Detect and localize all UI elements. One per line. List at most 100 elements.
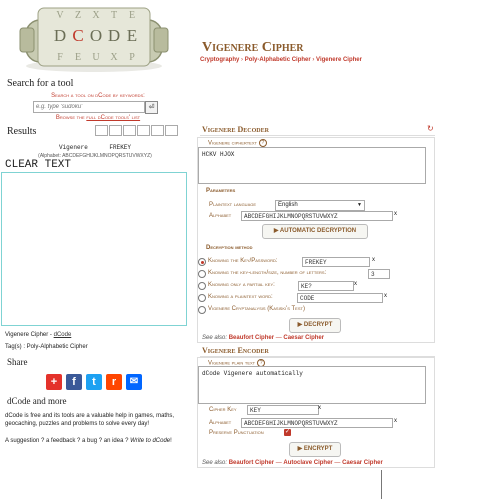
- reddit-icon[interactable]: r: [106, 374, 122, 390]
- svg-text:D: D: [108, 26, 120, 45]
- see-also-beaufort[interactable]: Beaufort Cipher: [229, 460, 274, 466]
- search-icon: ⏎: [148, 104, 155, 111]
- encoder-see-also: See also: Beaufort Cipher — Autoclave Ci…: [202, 460, 383, 466]
- search-input[interactable]: [33, 101, 145, 113]
- cipher-key-label: Cipher Key: [209, 407, 237, 413]
- ciphertext-label-text: Vigenere ciphertext: [208, 140, 257, 147]
- svg-text:X: X: [110, 52, 118, 63]
- method-kasiski-radio[interactable]: [198, 306, 206, 314]
- email-icon[interactable]: ✉: [126, 374, 142, 390]
- svg-text:C: C: [72, 26, 83, 45]
- cipher-key-input[interactable]: [247, 405, 319, 415]
- method-word-clear[interactable]: x: [384, 293, 387, 299]
- svg-text:T: T: [111, 10, 117, 21]
- tag-poly-alphabetic[interactable]: Poly-Alphabetic Cipher: [27, 344, 88, 350]
- see-also-autoclave[interactable]: Autoclave Cipher: [283, 460, 332, 466]
- ciphertext-input[interactable]: HCKV HJOX: [198, 147, 426, 184]
- breadcrumb: Cryptography › Poly-Alphabetic Cipher › …: [200, 57, 362, 63]
- method-partial-label: Knowing only a partial key:: [208, 282, 275, 288]
- method-kasiski-label: Vigenere Cryptanalysis (Kasiski's Test): [208, 306, 305, 312]
- decoder-alphabet-input[interactable]: [241, 211, 393, 221]
- help-icon[interactable]: ?: [258, 139, 267, 147]
- browse-link[interactable]: full dCode tools' list: [86, 115, 140, 121]
- share-buttons: + f t r ✉: [46, 374, 146, 392]
- see-also-caesar[interactable]: Caesar Cipher: [283, 335, 324, 341]
- decoder-alphabet-clear[interactable]: x: [394, 211, 397, 217]
- language-label: Plaintext language: [209, 202, 257, 208]
- ciphertext-label: Vigenere ciphertext?: [208, 139, 267, 147]
- alphabet-label: Alphabet: [209, 213, 232, 219]
- breadcrumb-polyalphabetic[interactable]: Poly-Alphabetic Cipher: [245, 57, 311, 63]
- tool-tags: Tag(s) : Poly-Alphabetic Cipher: [5, 344, 88, 350]
- results-output[interactable]: [1, 172, 187, 326]
- svg-text:D: D: [54, 26, 66, 45]
- decoder-see-also: See also: Beaufort Cipher — Caesar Ciphe…: [202, 335, 325, 341]
- method-partial-radio[interactable]: [198, 282, 206, 290]
- svg-text:O: O: [90, 26, 102, 45]
- method-key-label: Knowing the Key/Password:: [208, 258, 278, 264]
- search-subheading: Search a tool on dCode by keywords:: [51, 93, 145, 99]
- method-key-input[interactable]: [302, 257, 370, 267]
- method-key-radio[interactable]: [198, 258, 206, 266]
- share-heading: Share: [7, 357, 28, 367]
- method-length-radio[interactable]: [198, 270, 206, 278]
- svg-text:X: X: [92, 10, 100, 21]
- result-tool-4[interactable]: [137, 125, 150, 136]
- method-word-radio[interactable]: [198, 294, 206, 302]
- result-tool-1[interactable]: [95, 125, 108, 136]
- clear-text-label: CLEAR TEXT: [5, 159, 72, 171]
- method-length-label: Knowing the key-length/size, number of l…: [208, 270, 327, 276]
- svg-text:Z: Z: [75, 10, 81, 21]
- method-word-label: Knowing a plaintext word:: [208, 294, 273, 300]
- more-heading: dCode and more: [7, 396, 67, 406]
- encrypt-button[interactable]: ▶ ENCRYPT: [289, 442, 341, 457]
- decoder-reload-icon[interactable]: ↻: [427, 124, 434, 133]
- svg-text:U: U: [92, 52, 100, 63]
- plaintext-input[interactable]: dCode Vigenere automatically: [198, 366, 426, 404]
- chevron-down-icon: ▼: [357, 202, 362, 208]
- encoder-alphabet-label: Alphabet: [209, 420, 232, 426]
- punctuation-checkbox[interactable]: ✓: [284, 429, 291, 436]
- language-select[interactable]: English ▼: [275, 200, 365, 211]
- result-tool-2[interactable]: [109, 125, 122, 136]
- automatic-decryption-button[interactable]: ▶ AUTOMATIC DECRYPTION: [262, 224, 368, 239]
- result-tool-3[interactable]: [123, 125, 136, 136]
- result-tool-6[interactable]: [165, 125, 178, 136]
- results-toolbar: [95, 125, 181, 136]
- see-also-caesar[interactable]: Caesar Cipher: [342, 460, 383, 466]
- dcode-logo[interactable]: VZXTE FEUXP DOE C D: [18, 2, 170, 74]
- see-also-label: See also:: [202, 460, 228, 466]
- search-button[interactable]: ⏎: [145, 101, 158, 114]
- twitter-icon[interactable]: t: [86, 374, 102, 390]
- breadcrumb-cryptography[interactable]: Cryptography: [200, 57, 239, 63]
- decoder-title: Vigenere Decoder: [202, 125, 269, 134]
- method-word-input[interactable]: [297, 293, 383, 303]
- decrypt-button[interactable]: ▶ DECRYPT: [289, 318, 341, 333]
- facebook-icon[interactable]: f: [66, 374, 82, 390]
- method-length-input[interactable]: [368, 269, 390, 279]
- svg-text:E: E: [127, 26, 137, 45]
- breadcrumb-vigenere[interactable]: Vigenere Cipher: [316, 57, 362, 63]
- svg-text:F: F: [57, 52, 63, 63]
- share-add-icon[interactable]: +: [46, 374, 62, 390]
- method-partial-clear[interactable]: x: [354, 281, 357, 287]
- language-value: English: [278, 202, 298, 208]
- encoder-title: Vigenere Encoder: [202, 346, 269, 355]
- parameters-label: Parameters: [206, 188, 236, 194]
- see-also-label: See also:: [202, 335, 228, 341]
- method-key-clear[interactable]: x: [372, 257, 375, 263]
- page-title: Vigenere Cipher: [202, 40, 304, 55]
- write-to-dcode-link[interactable]: Write to dCode: [130, 438, 170, 444]
- encoder-alphabet-clear[interactable]: x: [394, 418, 397, 424]
- result-tool-5[interactable]: [151, 125, 164, 136]
- method-label: Decryption method: [206, 245, 253, 251]
- cipher-key-clear[interactable]: x: [318, 405, 321, 411]
- dcode-link[interactable]: dCode: [54, 332, 72, 338]
- result-header: Vigenere FREKEY: [58, 144, 131, 151]
- tags-label: Tag(s) :: [5, 344, 27, 350]
- encoder-alphabet-input[interactable]: [241, 418, 393, 428]
- method-partial-input[interactable]: [298, 281, 354, 291]
- see-also-beaufort[interactable]: Beaufort Cipher: [229, 335, 274, 341]
- browse-line: Browse the full dCode tools' list: [0, 115, 196, 121]
- feedback-suffix: !: [170, 438, 172, 444]
